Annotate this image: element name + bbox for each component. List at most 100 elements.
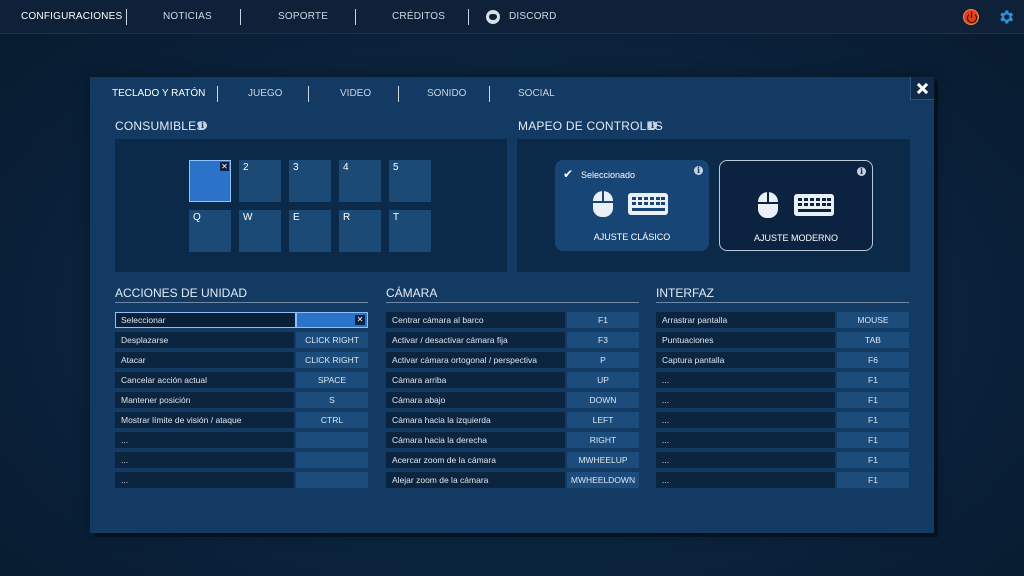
keybind-key-button[interactable]: F6	[837, 352, 909, 368]
keybind-action: ...	[656, 372, 835, 388]
keyboard-icon	[794, 194, 834, 216]
keybind-key-button[interactable]: F1	[837, 392, 909, 408]
keybind-row[interactable]: Atacar CLICK RIGHT	[115, 352, 368, 368]
keybind-row[interactable]: ... F1	[656, 372, 909, 388]
tab-video[interactable]: VIDEO	[340, 88, 371, 99]
tab-social[interactable]: SOCIAL	[518, 88, 555, 99]
nav-creditos[interactable]: CRÉDITOS	[392, 0, 445, 34]
keybind-key-button[interactable]	[296, 452, 368, 468]
keybind-key-button[interactable]: CTRL	[296, 412, 368, 428]
consumable-slot-5[interactable]: 5	[389, 160, 431, 202]
keybind-row[interactable]: Cancelar acción actual SPACE	[115, 372, 368, 388]
keybind-action: Activar / desactivar cámara fija	[386, 332, 565, 348]
keybind-key-button[interactable]: F3	[567, 332, 639, 348]
consumable-slot-2[interactable]: 2	[239, 160, 281, 202]
keybind-row[interactable]: ... F1	[656, 412, 909, 428]
consumable-slot-t[interactable]: T	[389, 210, 431, 252]
control-mapping-title: MAPEO DE CONTROLES	[518, 119, 663, 133]
keybind-key-button[interactable]: ✕	[296, 312, 368, 328]
nav-configuraciones[interactable]: CONFIGURACIONES	[21, 0, 122, 34]
keybind-action: Cancelar acción actual	[115, 372, 294, 388]
keybind-key-button[interactable]: S	[296, 392, 368, 408]
tab-separator	[308, 86, 309, 102]
keybind-key-button[interactable]: F1	[837, 452, 909, 468]
keybind-key-button[interactable]: MWHEELDOWN	[567, 472, 639, 488]
keybind-row[interactable]: Seleccionar ✕	[115, 312, 368, 328]
keybind-key-button[interactable]: MOUSE	[837, 312, 909, 328]
keybind-action: Cámara arriba	[386, 372, 565, 388]
slot-key-label: R	[343, 212, 351, 223]
keybind-row[interactable]: Activar cámara ortogonal / perspectiva P	[386, 352, 639, 368]
classic-scheme-card[interactable]: ✔ Seleccionado i AJUSTE CLÁSICO	[555, 160, 709, 251]
keybind-key-button[interactable]	[296, 432, 368, 448]
keybind-key-button[interactable]: CLICK RIGHT	[296, 332, 368, 348]
keybind-row[interactable]: Acercar zoom de la cámara MWHEELUP	[386, 452, 639, 468]
keybind-key-button[interactable]: CLICK RIGHT	[296, 352, 368, 368]
keybind-row[interactable]: Cámara abajo DOWN	[386, 392, 639, 408]
divider	[386, 302, 639, 303]
keybind-row[interactable]: ... F1	[656, 392, 909, 408]
keybind-row[interactable]: ...	[115, 452, 368, 468]
mouse-icon	[758, 192, 778, 218]
keybind-row[interactable]: Cámara hacia la izquierda LEFT	[386, 412, 639, 428]
consumables-title: CONSUMIBLES	[115, 119, 205, 133]
keybind-key-button[interactable]: F1	[837, 472, 909, 488]
keybind-key-button[interactable]: SPACE	[296, 372, 368, 388]
keybind-key-button[interactable]	[296, 472, 368, 488]
keybind-row[interactable]: ...	[115, 472, 368, 488]
keybind-row[interactable]: Activar / desactivar cámara fija F3	[386, 332, 639, 348]
keybind-key-button[interactable]: RIGHT	[567, 432, 639, 448]
info-icon[interactable]: i	[198, 121, 207, 130]
nav-noticias[interactable]: NOTICIAS	[163, 0, 212, 34]
keybind-key-button[interactable]: F1	[837, 432, 909, 448]
info-icon[interactable]: i	[648, 121, 657, 130]
tab-teclado-y-raton[interactable]: TECLADO Y RATÓN	[112, 88, 205, 99]
keybind-row[interactable]: Cámara hacia la derecha RIGHT	[386, 432, 639, 448]
keybind-key-button[interactable]: F1	[837, 412, 909, 428]
keybind-row[interactable]: ... F1	[656, 432, 909, 448]
modern-scheme-card[interactable]: i AJUSTE MODERNO	[719, 160, 873, 251]
consumable-slot-e[interactable]: E	[289, 210, 331, 252]
keybind-key-button[interactable]: DOWN	[567, 392, 639, 408]
info-icon[interactable]: i	[857, 167, 866, 176]
tab-sonido[interactable]: SONIDO	[427, 88, 466, 99]
consumable-slot-4[interactable]: 4	[339, 160, 381, 202]
keybind-key-button[interactable]: MWHEELUP	[567, 452, 639, 468]
keybind-row[interactable]: Cámara arriba UP	[386, 372, 639, 388]
keybind-action: ...	[656, 452, 835, 468]
close-button[interactable]	[910, 77, 934, 100]
slot-key-label: 5	[393, 162, 399, 173]
consumable-slot-w[interactable]: W	[239, 210, 281, 252]
keybind-row[interactable]: Alejar zoom de la cámara MWHEELDOWN	[386, 472, 639, 488]
keybind-row[interactable]: Arrastrar pantalla MOUSE	[656, 312, 909, 328]
keybind-row[interactable]: ...	[115, 432, 368, 448]
power-icon[interactable]	[963, 9, 979, 25]
nav-soporte[interactable]: SOPORTE	[278, 0, 328, 34]
keybind-row[interactable]: ... F1	[656, 472, 909, 488]
consumable-slot-1[interactable]: ✕	[189, 160, 231, 202]
keybind-key-button[interactable]: P	[567, 352, 639, 368]
clear-binding-icon[interactable]: ✕	[355, 315, 365, 325]
keybind-key-button[interactable]: TAB	[837, 332, 909, 348]
keybind-row[interactable]: Puntuaciones TAB	[656, 332, 909, 348]
keybind-row[interactable]: Captura pantalla F6	[656, 352, 909, 368]
keybind-row[interactable]: Centrar cámara al barco F1	[386, 312, 639, 328]
info-icon[interactable]: i	[694, 166, 703, 175]
keybind-action: Cámara abajo	[386, 392, 565, 408]
gear-icon[interactable]	[997, 8, 1015, 26]
keybind-key-button[interactable]: F1	[837, 372, 909, 388]
keybind-row[interactable]: Mantener posición S	[115, 392, 368, 408]
discord-icon[interactable]	[486, 10, 500, 24]
consumable-slot-q[interactable]: Q	[189, 210, 231, 252]
keybind-key-button[interactable]: F1	[567, 312, 639, 328]
tab-juego[interactable]: JUEGO	[248, 88, 282, 99]
consumable-slot-r[interactable]: R	[339, 210, 381, 252]
keybind-row[interactable]: ... F1	[656, 452, 909, 468]
keybind-key-button[interactable]: UP	[567, 372, 639, 388]
nav-discord[interactable]: DISCORD	[509, 0, 557, 34]
keybind-row[interactable]: Mostrar límite de visión / ataque CTRL	[115, 412, 368, 428]
clear-slot-icon[interactable]: ✕	[220, 162, 229, 171]
consumable-slot-3[interactable]: 3	[289, 160, 331, 202]
keybind-key-button[interactable]: LEFT	[567, 412, 639, 428]
keybind-row[interactable]: Desplazarse CLICK RIGHT	[115, 332, 368, 348]
